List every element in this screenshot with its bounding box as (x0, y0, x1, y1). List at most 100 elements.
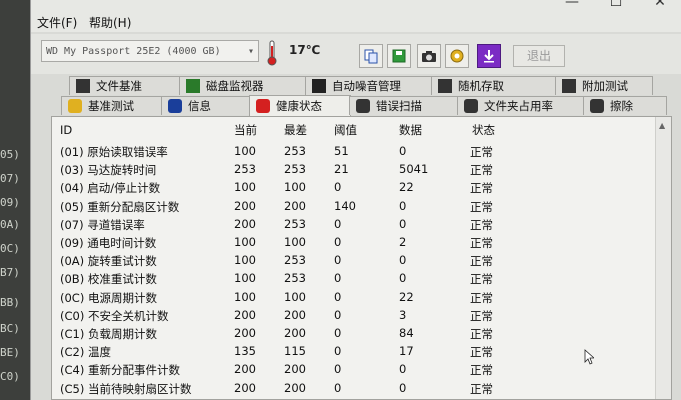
file-benchmark-icon (76, 79, 90, 93)
cell-worst-value: 200 (284, 198, 306, 213)
cell-attr-name: (C2) 温度 (60, 345, 111, 360)
cell-worst-value: 200 (284, 307, 306, 322)
tab-random-access[interactable]: 随机存取 (431, 76, 557, 95)
tab-label: 自动噪音管理 (332, 79, 401, 93)
cell-raw-data: 0 (399, 216, 407, 231)
tab-extra-tests[interactable]: 附加测试 (555, 76, 653, 95)
scroll-up-icon[interactable]: ▲ (659, 121, 665, 130)
toolbar: WD My Passport 25E2 (4000 GB) ▾ 17℃ 退出 (31, 34, 681, 74)
column-header-threshold[interactable]: 阈值 (334, 119, 357, 141)
drive-select[interactable]: WD My Passport 25E2 (4000 GB) ▾ (41, 40, 259, 62)
column-header-data[interactable]: 数据 (399, 119, 422, 141)
tab-row-top: 文件基准 磁盘监视器 自动噪音管理 随机存取 附加测试 (31, 76, 681, 96)
cell-worst-value: 253 (284, 216, 306, 231)
cell-current-value: 100 (234, 271, 256, 286)
cell-attr-name: (C5) 当前待映射扇区计数 (60, 381, 192, 396)
background-code: 0C) (0, 242, 20, 255)
speaker-icon (312, 79, 326, 93)
tab-health[interactable]: 健康状态 (249, 95, 351, 116)
cell-status: 正常 (470, 345, 493, 360)
cell-threshold-value: 0 (334, 289, 342, 304)
menu-file[interactable]: 文件(F) (37, 14, 77, 31)
tab-label: 文件夹占用率 (484, 99, 553, 113)
cell-attr-name: (C4) 重新分配事件计数 (60, 363, 180, 378)
cell-raw-data: 22 (399, 180, 414, 195)
cell-worst-value: 200 (284, 362, 306, 377)
menu-help[interactable]: 帮助(H) (89, 14, 131, 31)
cell-threshold-value: 140 (334, 198, 356, 213)
save-button[interactable] (387, 44, 411, 68)
tab-erase[interactable]: 擦除 (583, 96, 667, 115)
column-header-status[interactable]: 状态 (472, 119, 495, 141)
cell-current-value: 100 (234, 235, 256, 249)
tab-disk-monitor[interactable]: 磁盘监视器 (179, 76, 307, 95)
health-icon (256, 99, 270, 113)
vertical-scrollbar[interactable]: ▲ (655, 117, 671, 399)
background-window-strip: 05) 07) 09) 0A) 0C) B7) BB) BC) BE) C0) (0, 0, 34, 400)
cell-current-value: 200 (234, 216, 256, 231)
close-icon[interactable]: ✕ (638, 0, 681, 12)
background-code: 0A) (0, 218, 20, 231)
tab-label: 错误扫描 (376, 99, 422, 113)
copy-button[interactable] (359, 44, 383, 68)
tab-row-bottom: 基准测试 信息 健康状态 错误扫描 文件夹占用率 擦除 (31, 95, 681, 116)
tab-speaker[interactable]: 自动噪音管理 (305, 76, 433, 95)
thermometer-icon (267, 40, 277, 66)
table-header: ID 当前 最差 阈值 数据 状态 (52, 117, 656, 141)
cell-status: 正常 (470, 199, 493, 214)
cell-current-value: 135 (234, 344, 256, 359)
exit-button[interactable]: 退出 (513, 45, 565, 67)
cell-threshold-value: 0 (334, 180, 342, 195)
folder-usage-icon (464, 99, 478, 113)
tab-file-benchmark[interactable]: 文件基准 (69, 76, 181, 95)
tab-label: 附加测试 (582, 79, 628, 93)
disk-monitor-icon (186, 79, 200, 93)
cell-status: 正常 (470, 290, 493, 305)
column-header-current[interactable]: 当前 (234, 119, 257, 141)
cell-worst-value: 100 (284, 289, 306, 304)
tab-error-scan[interactable]: 错误扫描 (349, 96, 459, 115)
cell-threshold-value: 0 (334, 216, 342, 231)
column-header-id[interactable]: ID (60, 119, 72, 141)
cell-status: 正常 (470, 308, 493, 323)
cell-attr-name: (03) 马达旋转时间 (60, 163, 157, 178)
maximize-icon[interactable]: ☐ (594, 0, 638, 12)
save-icon (392, 49, 406, 63)
tab-folder-usage[interactable]: 文件夹占用率 (457, 96, 585, 115)
cell-threshold-value: 0 (334, 235, 342, 249)
cell-raw-data: 0 (399, 144, 407, 158)
cell-raw-data: 3 (399, 307, 407, 322)
window-controls: — ☐ ✕ (550, 0, 681, 12)
download-button[interactable] (477, 44, 501, 68)
background-code: BE) (0, 346, 20, 359)
cell-status: 正常 (470, 145, 493, 159)
cell-attr-name: (0A) 旋转重试计数 (60, 254, 157, 269)
tab-label: 信息 (188, 99, 211, 113)
cell-attr-name: (0C) 电源周期计数 (60, 290, 157, 305)
cell-worst-value: 253 (284, 144, 306, 158)
cell-raw-data: 0 (399, 362, 407, 377)
erase-icon (590, 99, 604, 113)
settings-icon (450, 49, 464, 63)
options-button[interactable] (445, 44, 469, 68)
minimize-icon[interactable]: — (550, 0, 594, 12)
screenshot-button[interactable] (417, 44, 441, 68)
cell-worst-value: 115 (284, 344, 306, 359)
background-code: 07) (0, 172, 20, 185)
extra-tests-icon (562, 79, 576, 93)
background-code: 09) (0, 196, 20, 209)
table-row[interactable]: (C5) 当前待映射扇区计数 200 200 0 0 正常 (52, 378, 656, 399)
cell-attr-name: (05) 重新分配扇区计数 (60, 199, 180, 214)
cell-status: 正常 (470, 272, 493, 287)
tab-info[interactable]: 信息 (161, 96, 251, 115)
column-header-worst[interactable]: 最差 (284, 119, 307, 141)
cell-worst-value: 253 (284, 162, 306, 177)
tab-benchmark[interactable]: 基准测试 (61, 96, 163, 115)
app-window: — ☐ ✕ 文件(F) 帮助(H) WD My Passport 25E2 (4… (30, 0, 681, 400)
cell-threshold-value: 0 (334, 362, 342, 377)
cell-worst-value: 253 (284, 271, 306, 286)
error-scan-icon (356, 99, 370, 113)
cell-attr-name: (09) 通电时间计数 (60, 236, 157, 250)
cell-threshold-value: 0 (334, 380, 342, 395)
background-code: BB) (0, 296, 20, 309)
